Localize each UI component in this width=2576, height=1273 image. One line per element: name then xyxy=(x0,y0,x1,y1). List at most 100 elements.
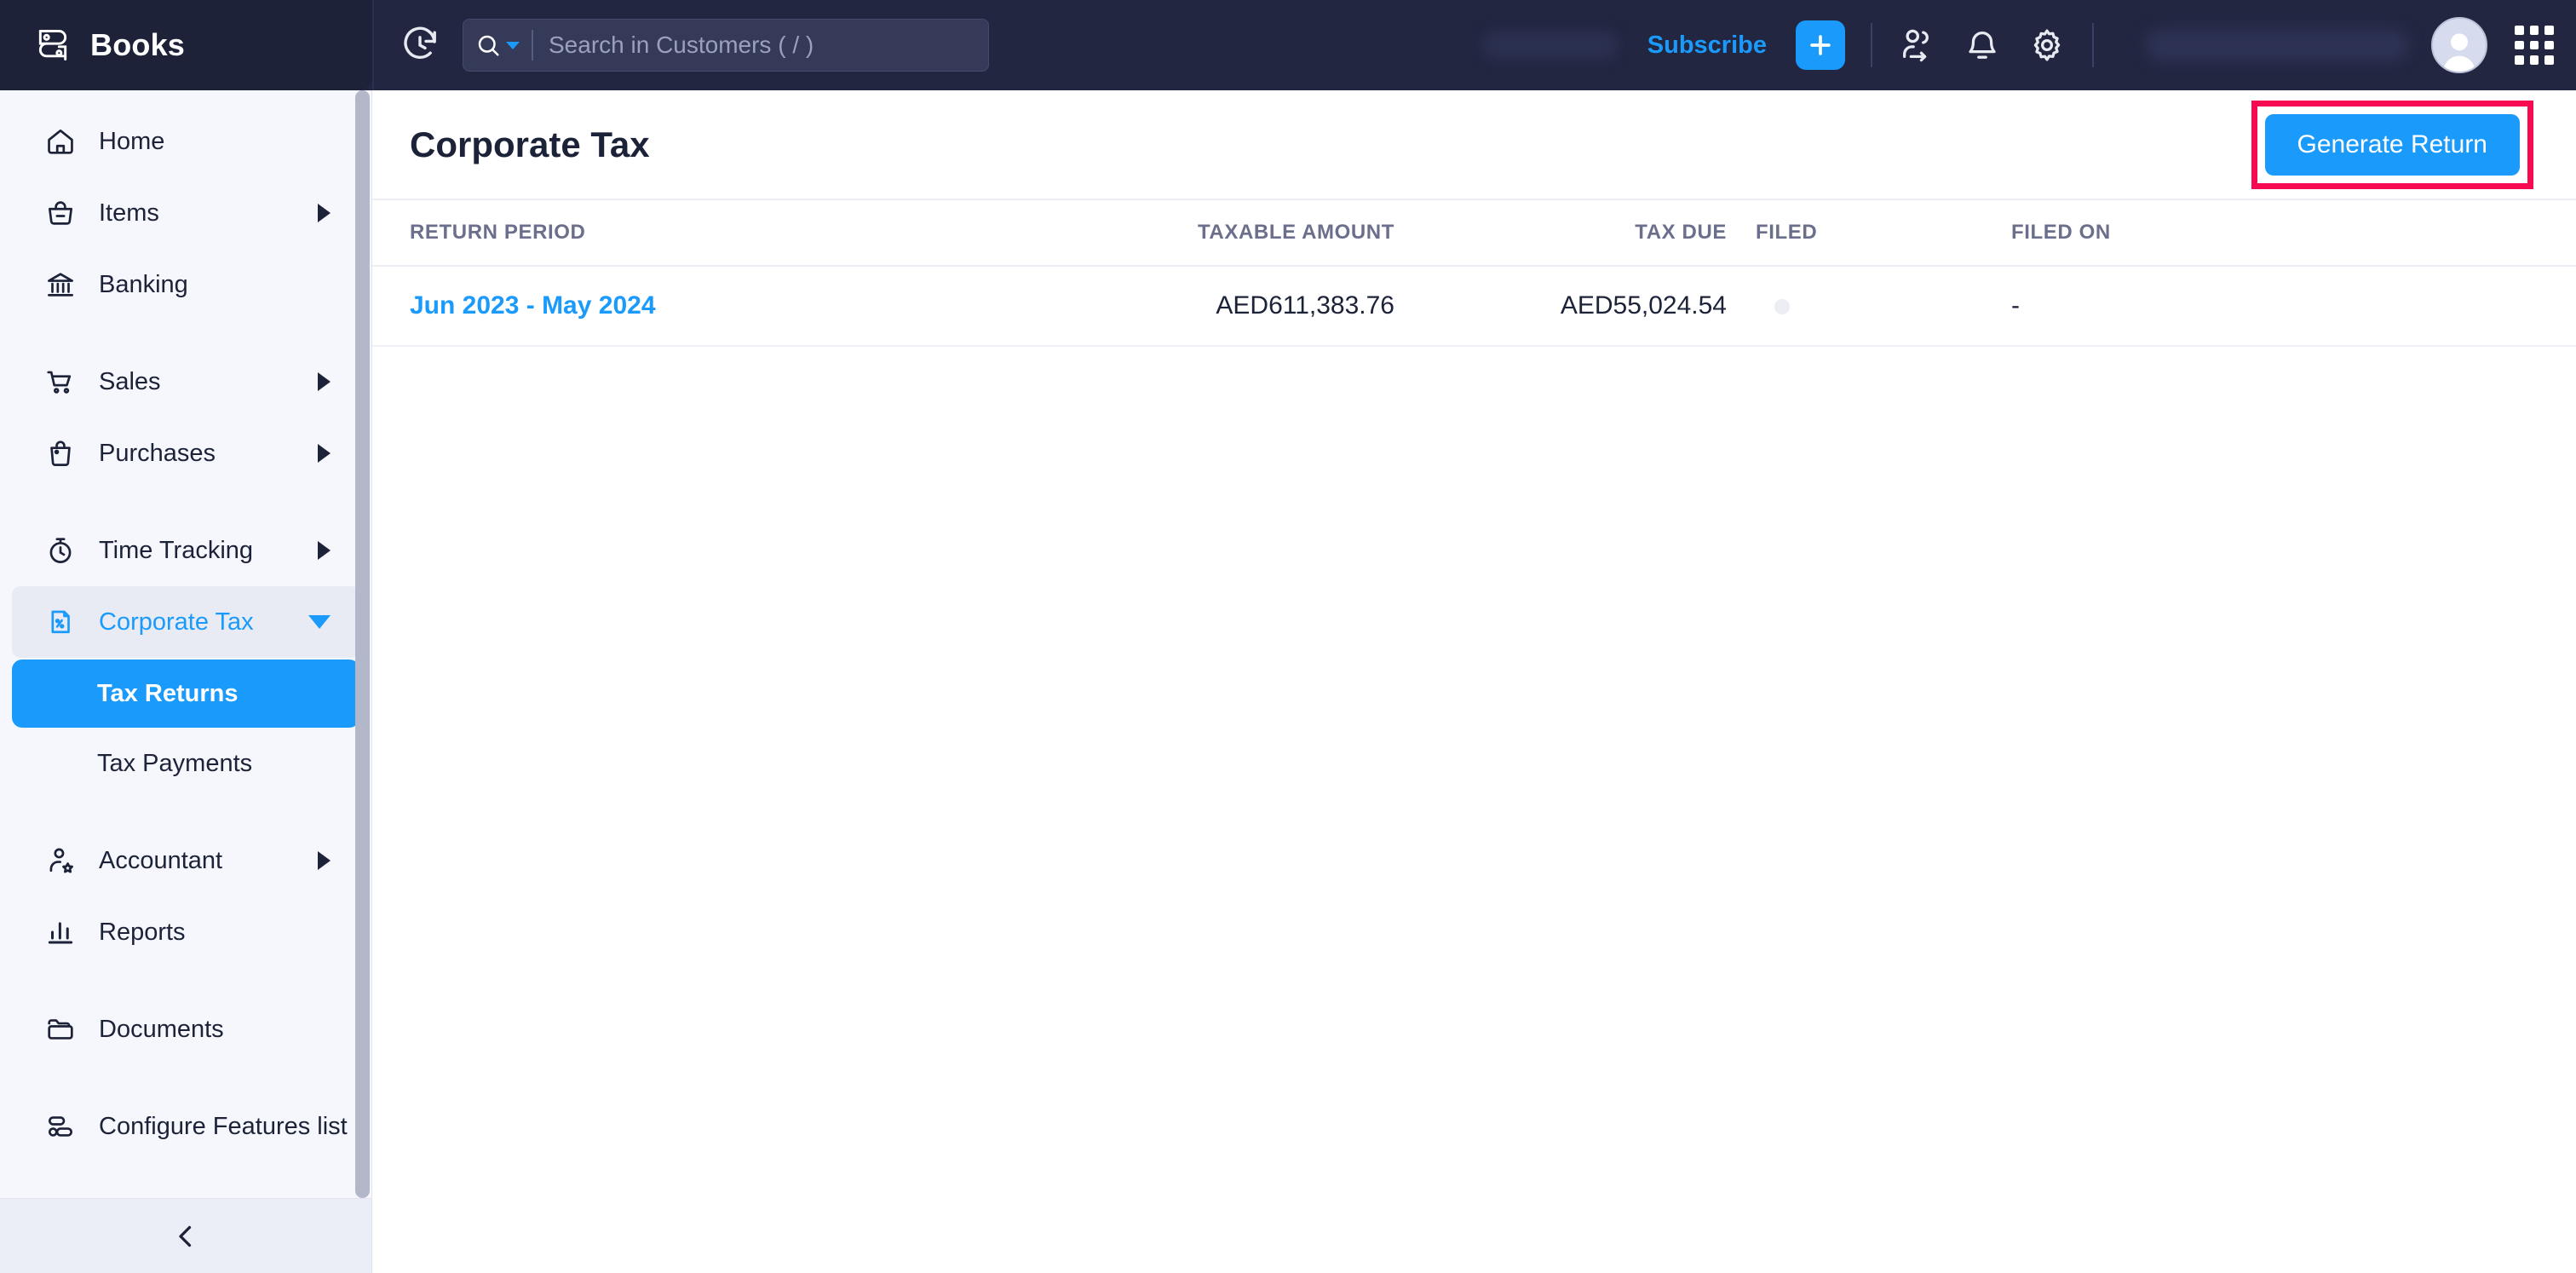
folder-icon xyxy=(44,1013,77,1045)
search-input[interactable] xyxy=(533,32,976,59)
brand-name: Books xyxy=(90,27,185,63)
filed-status-cell xyxy=(1727,266,1982,346)
sidebar-item-label: Reports xyxy=(99,919,331,947)
chevron-left-icon xyxy=(170,1221,201,1252)
tax-due-cell: AED55,024.54 xyxy=(1394,266,1727,346)
basket-icon xyxy=(44,197,77,229)
sidebar-collapse-button[interactable] xyxy=(0,1198,371,1273)
sidebar-item-corporate-tax[interactable]: Corporate Tax xyxy=(12,586,359,658)
main-content: Corporate Tax Generate Return RETURN PER… xyxy=(372,90,2576,1273)
topbar-divider-2 xyxy=(2092,23,2094,67)
tax-returns-table: RETURN PERIOD TAXABLE AMOUNT TAX DUE FIL… xyxy=(372,199,2576,347)
chevron-down-icon xyxy=(506,42,520,49)
return-period-link[interactable]: Jun 2023 - May 2024 xyxy=(410,291,656,320)
sidebar-item-documents[interactable]: Documents xyxy=(12,994,359,1065)
chevron-right-icon xyxy=(318,541,331,560)
bell-icon[interactable] xyxy=(1963,26,2002,65)
global-search-box[interactable] xyxy=(463,19,989,72)
table-row[interactable]: Jun 2023 - May 2024 AED611,383.76 AED55,… xyxy=(372,266,2576,346)
brand-area[interactable]: Books xyxy=(0,0,372,90)
search-icon xyxy=(475,32,501,58)
sidebar-item-banking[interactable]: Banking xyxy=(12,249,359,320)
sidebar-gap xyxy=(0,320,371,346)
sidebar-scrollbar[interactable] xyxy=(355,90,370,1273)
sidebar-item-configure-features[interactable]: Configure Features list xyxy=(12,1091,359,1162)
org-name-blurred[interactable] xyxy=(2145,28,2409,62)
column-header-taxable-amount[interactable]: TAXABLE AMOUNT xyxy=(1037,199,1394,266)
sidebar-nav: Home Items xyxy=(0,90,371,1198)
user-avatar-icon xyxy=(2437,27,2481,72)
topbar-divider xyxy=(1871,23,1872,67)
avatar[interactable] xyxy=(2431,17,2487,73)
top-bar-right: Subscribe xyxy=(372,0,2576,90)
page-header: Corporate Tax Generate Return xyxy=(372,90,2576,199)
sidebar-gap-4 xyxy=(0,968,371,994)
sidebar-item-time-tracking[interactable]: Time Tracking xyxy=(12,515,359,586)
column-header-filed[interactable]: FILED xyxy=(1727,199,1982,266)
chevron-right-icon xyxy=(318,444,331,463)
shopping-cart-icon xyxy=(44,366,77,398)
status-badge xyxy=(1774,299,1790,314)
sidebar-item-home[interactable]: Home xyxy=(12,106,359,177)
table-header: RETURN PERIOD TAXABLE AMOUNT TAX DUE FIL… xyxy=(372,199,2576,266)
sidebar-item-label: Configure Features list xyxy=(99,1113,348,1141)
sidebar-gap-3 xyxy=(0,799,371,825)
app-root: Books Subscribe xyxy=(0,0,2576,1273)
sidebar-subitem-label: Tax Returns xyxy=(97,680,238,708)
bank-icon xyxy=(44,268,77,301)
home-icon xyxy=(44,125,77,158)
sidebar-item-label: Accountant xyxy=(99,847,296,875)
plus-icon xyxy=(1806,31,1835,60)
sidebar-item-label: Documents xyxy=(99,1016,331,1044)
sidebar-item-reports[interactable]: Reports xyxy=(12,896,359,968)
sidebar-item-purchases[interactable]: Purchases xyxy=(12,418,359,489)
quick-create-button[interactable] xyxy=(1796,20,1845,70)
sidebar-item-label: Items xyxy=(99,199,296,228)
filed-on-cell: - xyxy=(2011,291,2020,320)
column-header-return-period[interactable]: RETURN PERIOD xyxy=(372,199,1037,266)
chevron-right-icon xyxy=(318,851,331,870)
sidebar-subitem-label: Tax Payments xyxy=(97,750,252,778)
sidebar-subitem-tax-payments[interactable]: Tax Payments xyxy=(12,729,359,798)
sidebar-item-label: Corporate Tax xyxy=(99,608,286,636)
page-title: Corporate Tax xyxy=(410,124,650,165)
sliders-icon xyxy=(44,1110,77,1143)
generate-return-button[interactable]: Generate Return xyxy=(2265,114,2520,176)
sidebar-gap-5 xyxy=(0,1065,371,1091)
generate-return-annotation: Generate Return xyxy=(2251,101,2533,189)
subscribe-link[interactable]: Subscribe xyxy=(1647,32,1767,60)
tax-document-icon xyxy=(44,606,77,638)
sidebar-item-label: Sales xyxy=(99,368,296,396)
sidebar: Home Items xyxy=(0,90,372,1273)
sidebar-item-sales[interactable]: Sales xyxy=(12,346,359,418)
sidebar-item-label: Banking xyxy=(99,271,331,299)
search-scope-selector[interactable] xyxy=(475,32,532,58)
sidebar-scrollbar-thumb[interactable] xyxy=(355,90,370,1198)
people-referral-icon[interactable] xyxy=(1898,26,1937,65)
taxable-amount-cell: AED611,383.76 xyxy=(1037,266,1394,346)
top-bar: Books Subscribe xyxy=(0,0,2576,90)
trial-badge-blurred xyxy=(1482,31,1619,60)
clock-history-icon[interactable] xyxy=(400,25,440,66)
chevron-right-icon xyxy=(318,372,331,391)
body: Home Items xyxy=(0,90,2576,1273)
zoho-books-logo-icon xyxy=(34,26,72,64)
column-header-filed-on[interactable]: FILED ON xyxy=(1982,199,2576,266)
bar-chart-icon xyxy=(44,916,77,948)
shopping-bag-icon xyxy=(44,437,77,469)
sidebar-item-label: Time Tracking xyxy=(99,537,296,565)
table-body: Jun 2023 - May 2024 AED611,383.76 AED55,… xyxy=(372,266,2576,346)
stopwatch-icon xyxy=(44,534,77,567)
sidebar-item-accountant[interactable]: Accountant xyxy=(12,825,359,896)
accountant-icon xyxy=(44,844,77,877)
column-header-tax-due[interactable]: TAX DUE xyxy=(1394,199,1727,266)
sidebar-item-label: Purchases xyxy=(99,440,296,468)
chevron-right-icon xyxy=(318,204,331,222)
sidebar-subitem-tax-returns[interactable]: Tax Returns xyxy=(12,660,359,728)
sidebar-item-items[interactable]: Items xyxy=(12,177,359,249)
sidebar-gap-2 xyxy=(0,489,371,515)
apps-grid-icon[interactable] xyxy=(2515,26,2554,65)
gear-icon[interactable] xyxy=(2027,26,2067,65)
table-header-row: RETURN PERIOD TAXABLE AMOUNT TAX DUE FIL… xyxy=(372,199,2576,266)
sidebar-item-label: Home xyxy=(99,128,331,156)
